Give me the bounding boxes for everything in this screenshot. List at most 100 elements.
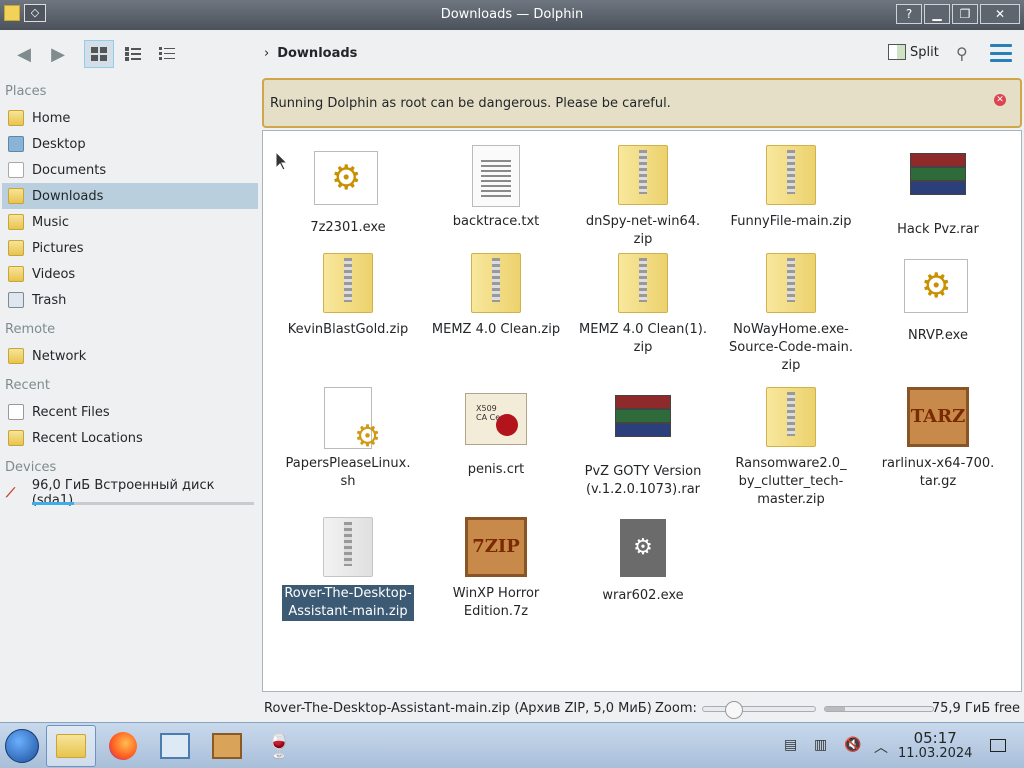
file-item[interactable]: TARZ rarlinux-x64-700. tar.gz	[863, 387, 1013, 491]
sidebar-item-home[interactable]: Home	[2, 105, 258, 131]
help-button[interactable]: ?	[896, 4, 922, 24]
file-name: Hack Pvz.rar	[897, 222, 979, 237]
file-item[interactable]: NRVP.exe	[863, 253, 1013, 345]
clock-date: 11.03.2024	[898, 746, 973, 761]
file-item[interactable]: MEMZ 4.0 Clean(1). zip	[568, 253, 718, 357]
sidebar-item-pictures[interactable]: Pictures	[2, 235, 258, 261]
free-space-label: 75,9 ГиБ free	[931, 701, 1020, 716]
sidebar-item-label: Trash	[32, 292, 67, 308]
file-name: dnSpy-net-win64. zip	[585, 214, 701, 247]
start-button[interactable]	[5, 729, 39, 763]
taskbar-file-manager[interactable]	[46, 725, 96, 767]
file-item[interactable]: FunnyFile-main.zip	[716, 145, 866, 231]
music-folder-icon	[8, 214, 24, 230]
icons-view-button[interactable]	[84, 40, 114, 68]
file-item[interactable]: Hack Pvz.rar	[863, 145, 1013, 239]
file-item[interactable]: backtrace.txt	[421, 145, 571, 231]
sidebar-item-recent-files[interactable]: Recent Files	[2, 399, 258, 425]
sidebar-item-network[interactable]: Network	[2, 343, 258, 369]
certificate-icon: X509 CA Cert	[462, 393, 530, 457]
file-name: PvZ GOTY Version (v.1.2.0.1073).rar	[584, 464, 702, 497]
file-item[interactable]: dnSpy-net-win64. zip	[568, 145, 718, 249]
file-item[interactable]: NoWayHome.exe- Source-Code-main. zip	[716, 253, 866, 375]
chevron-up-icon[interactable]: ︿	[874, 737, 888, 757]
details-view-button[interactable]	[152, 40, 182, 68]
file-item[interactable]: Ransomware2.0_ by_clutter_tech- master.z…	[716, 387, 866, 509]
close-button[interactable]: ✕	[980, 4, 1020, 24]
file-manager-icon	[56, 734, 86, 758]
zip-archive-icon	[462, 253, 530, 317]
file-item[interactable]: MEMZ 4.0 Clean.zip	[421, 253, 571, 339]
search-button[interactable]: ⚲	[956, 44, 968, 63]
hard-disk-icon: ⟋	[6, 485, 16, 501]
notes-tray-icon[interactable]: ▥	[814, 737, 827, 753]
file-name: WinXP Horror Edition.7z	[452, 586, 540, 619]
split-view-icon	[888, 44, 906, 60]
file-item[interactable]: KevinBlastGold.zip	[273, 253, 423, 339]
sidebar-item-desktop[interactable]: Desktop	[2, 131, 258, 157]
zoom-slider-handle[interactable]	[725, 701, 743, 719]
volume-muted-icon[interactable]: 🔇	[844, 737, 861, 753]
text-file-icon	[462, 145, 530, 209]
minimize-button[interactable]: ▁	[924, 4, 950, 24]
back-button[interactable]: ◀	[10, 40, 38, 68]
sidebar-item-documents[interactable]: Documents	[2, 157, 258, 183]
sidebar-item-recent-locations[interactable]: Recent Locations	[2, 425, 258, 451]
window-title: Downloads — Dolphin	[440, 7, 584, 22]
taskbar: 🍷 ▤ ▥ 🔇 ︿ 05:17 11.03.2024	[0, 722, 1024, 768]
file-view[interactable]: 7z2301.exe backtrace.txt dnSpy-net-win64. …	[262, 130, 1022, 692]
file-item[interactable]: X509 CA Cert penis.crt	[421, 387, 571, 479]
zip-archive-icon	[314, 253, 382, 317]
sidebar-item-device[interactable]: ⟋ 96,0 ГиБ Встроенный диск (sda1)	[2, 478, 258, 508]
file-item[interactable]: PvZ GOTY Version (v.1.2.0.1073).rar	[568, 387, 718, 499]
sidebar-item-label: Home	[32, 110, 71, 126]
maximize-button[interactable]: ❐	[952, 4, 978, 24]
breadcrumb-downloads[interactable]: Downloads	[277, 46, 357, 61]
taskbar-system-monitor[interactable]	[150, 725, 200, 767]
sidebar-item-label: Recent Locations	[32, 430, 143, 446]
taskbar-wine[interactable]: 🍷	[254, 725, 304, 767]
file-name: backtrace.txt	[452, 214, 540, 229]
sidebar-item-label: Desktop	[32, 136, 86, 152]
clipboard-tray-icon[interactable]: ▤	[784, 737, 797, 753]
zip-archive-icon	[757, 387, 825, 451]
file-name: penis.crt	[467, 462, 525, 477]
file-item[interactable]: Rover-The-Desktop- Assistant-main.zip	[273, 517, 423, 621]
forward-button[interactable]: ▶	[44, 40, 72, 68]
taskbar-package-manager[interactable]	[202, 725, 252, 767]
device-usage-bar	[32, 502, 254, 505]
details-view-icon	[159, 47, 175, 60]
file-name: Rover-The-Desktop- Assistant-main.zip	[282, 585, 414, 621]
rar-archive-icon	[609, 395, 677, 459]
close-icon[interactable]: ✕	[994, 94, 1006, 106]
sidebar-item-music[interactable]: Music	[2, 209, 258, 235]
sidebar-item-label: Music	[32, 214, 69, 230]
network-icon	[8, 348, 24, 364]
file-item[interactable]: 7ZIP WinXP Horror Edition.7z	[421, 517, 571, 621]
zip-archive-icon	[609, 145, 677, 209]
sidebar-item-downloads[interactable]: Downloads	[2, 183, 258, 209]
search-icon: ⚲	[956, 44, 968, 63]
clock[interactable]: 05:17 11.03.2024	[898, 731, 973, 762]
sidebar-item-trash[interactable]: Trash	[2, 287, 258, 313]
sidebar-item-videos[interactable]: Videos	[2, 261, 258, 287]
hamburger-menu-icon[interactable]	[990, 44, 1012, 62]
file-item[interactable]: PapersPleaseLinux. sh	[273, 387, 423, 491]
file-name: Ransomware2.0_ by_clutter_tech- master.z…	[735, 456, 847, 507]
breadcrumb[interactable]: › Downloads	[264, 46, 357, 61]
file-name: MEMZ 4.0 Clean.zip	[431, 322, 561, 337]
devices-header: Devices	[5, 460, 57, 475]
zip-archive-icon	[757, 253, 825, 317]
wine-icon: 🍷	[264, 732, 294, 760]
arrow-left-icon: ◀	[17, 43, 31, 65]
split-button[interactable]: Split	[888, 44, 939, 60]
compact-view-button[interactable]	[118, 40, 148, 68]
file-item[interactable]: 7z2301.exe	[273, 145, 423, 237]
trash-icon	[8, 292, 24, 308]
taskbar-firefox[interactable]	[98, 725, 148, 767]
file-item[interactable]: ⚙ wrar602.exe	[568, 517, 718, 605]
show-desktop-icon[interactable]	[990, 739, 1006, 752]
zoom-slider[interactable]	[702, 701, 816, 719]
zip-archive-icon	[757, 145, 825, 209]
rar-archive-icon	[904, 153, 972, 217]
